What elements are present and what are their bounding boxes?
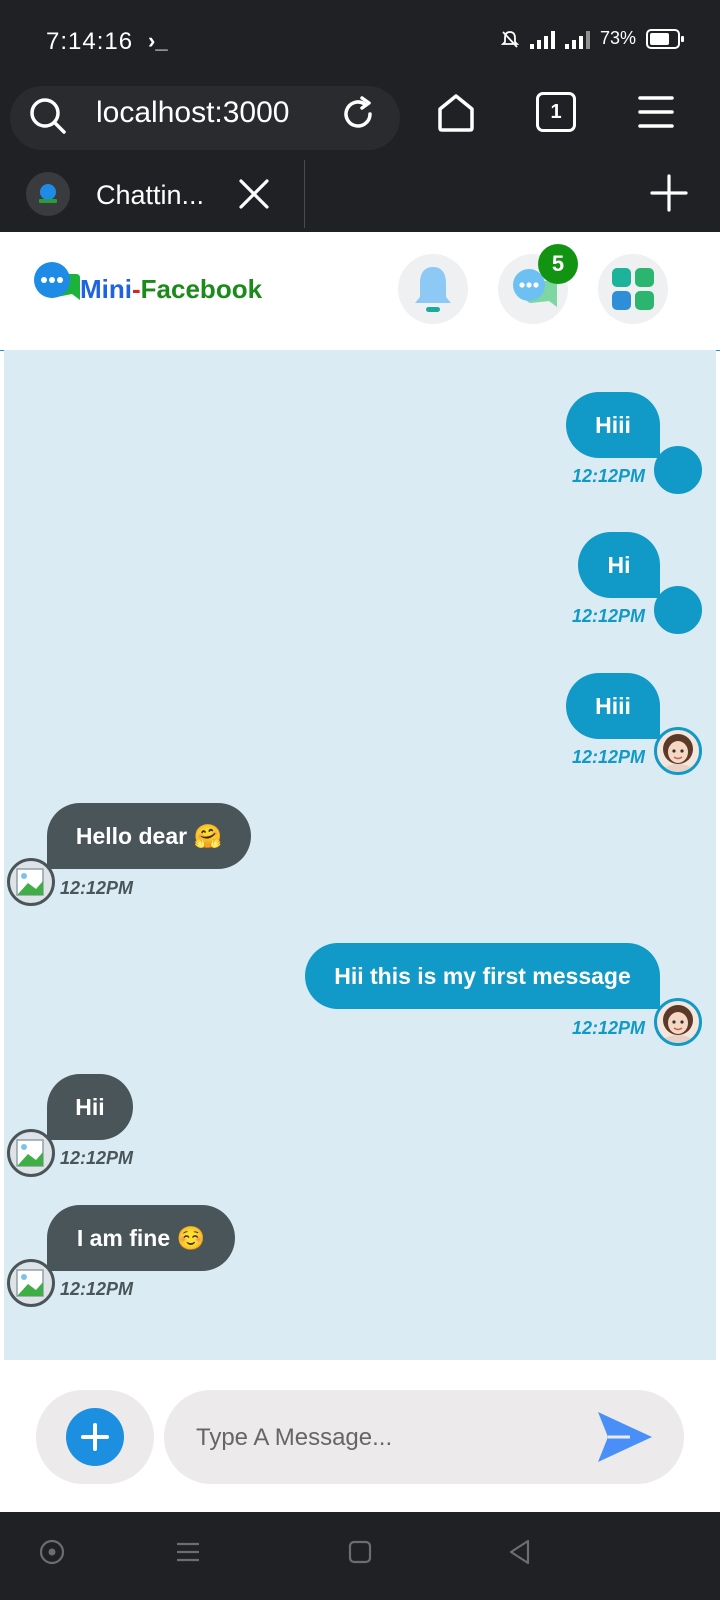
signal-icon — [529, 29, 555, 49]
logo-mini: Mini — [80, 274, 132, 304]
message-time: 12:12PM — [572, 606, 646, 626]
message-composer — [0, 1360, 720, 1510]
status-time: 7:14:16 — [46, 28, 134, 55]
url-text[interactable]: localhost:3000 — [96, 96, 289, 130]
message-bubble[interactable]: I am fine ☺️ — [47, 1205, 235, 1271]
avatar[interactable] — [7, 858, 55, 906]
message-bubble[interactable]: Hiii — [566, 673, 660, 739]
avatar[interactable] — [7, 1129, 55, 1177]
logo-dash: - — [132, 274, 141, 304]
message-time: 12:12PM — [572, 1018, 646, 1038]
bell-muted-icon — [500, 30, 520, 48]
message-count-badge: 5 — [538, 244, 578, 284]
tab-favicon — [26, 172, 70, 216]
attach-button[interactable] — [66, 1408, 124, 1466]
chat-area[interactable]: Hiii 12:12PM Hi 12:12PM Hiii 12:12PM Hel… — [4, 350, 716, 1360]
broken-image-icon — [16, 868, 44, 896]
avatar[interactable] — [654, 727, 702, 775]
message-bubble[interactable]: Hii this is my first message — [305, 943, 660, 1009]
plus-icon — [81, 1423, 109, 1451]
message-time: 12:12PM — [60, 878, 134, 898]
girl-avatar-icon — [663, 1005, 693, 1043]
message-time: 12:12PM — [60, 1279, 134, 1299]
back-icon[interactable] — [506, 1538, 534, 1566]
home-nav-icon[interactable] — [346, 1538, 374, 1566]
reload-icon[interactable] — [338, 94, 378, 134]
message-time: 12:12PM — [60, 1148, 134, 1168]
avatar[interactable] — [7, 1259, 55, 1307]
tab-count-button[interactable]: 1 — [536, 92, 576, 132]
chat-logo-icon — [39, 184, 57, 203]
tab-title[interactable]: Chattin... — [96, 180, 204, 211]
message-bubble[interactable]: Hi — [578, 532, 660, 598]
message-bubble[interactable]: Hiii — [566, 392, 660, 458]
broken-image-icon — [16, 1139, 44, 1167]
battery-percent: 73% — [599, 28, 636, 48]
avatar[interactable] — [654, 586, 702, 634]
close-tab-icon[interactable] — [238, 178, 270, 210]
home-icon[interactable] — [436, 92, 476, 134]
avatar[interactable] — [654, 446, 702, 494]
search-icon[interactable] — [28, 96, 68, 136]
system-nav-bar — [0, 1512, 720, 1600]
app-header: Mini-Facebook 5 — [0, 232, 720, 351]
message-input[interactable] — [194, 1414, 598, 1462]
tab-count: 1 — [550, 100, 562, 123]
grid-icon — [612, 268, 654, 310]
broken-image-icon — [16, 1269, 44, 1297]
recents-menu-icon[interactable] — [174, 1538, 202, 1566]
status-bar: 7:14:16 ›_ 73% — [0, 0, 720, 84]
messages-button[interactable]: 5 — [498, 244, 578, 324]
message-time: 12:12PM — [572, 466, 646, 486]
assistant-icon[interactable] — [38, 1538, 66, 1566]
terminal-icon: ›_ — [148, 28, 168, 53]
new-tab-icon[interactable] — [650, 174, 688, 212]
logo-text[interactable]: Mini-Facebook — [80, 274, 262, 305]
message-bubble[interactable]: Hii — [47, 1074, 133, 1140]
message-input-container — [164, 1390, 684, 1484]
menu-icon[interactable] — [636, 94, 676, 130]
logo-icon[interactable] — [30, 260, 82, 308]
bell-icon — [415, 267, 451, 312]
tab-strip: Chattin... — [0, 156, 720, 232]
notifications-button[interactable] — [398, 254, 468, 324]
battery-icon — [646, 28, 684, 49]
apps-button[interactable] — [598, 254, 668, 324]
attach-container — [36, 1390, 154, 1484]
avatar[interactable] — [654, 998, 702, 1046]
girl-avatar-icon — [663, 734, 693, 772]
message-time: 12:12PM — [572, 747, 646, 767]
tab-divider — [304, 160, 305, 228]
message-bubble[interactable]: Hello dear 🤗 — [47, 803, 251, 869]
signal-icon-2 — [564, 29, 590, 49]
logo-facebook: Facebook — [140, 274, 263, 304]
send-icon[interactable] — [594, 1408, 654, 1466]
